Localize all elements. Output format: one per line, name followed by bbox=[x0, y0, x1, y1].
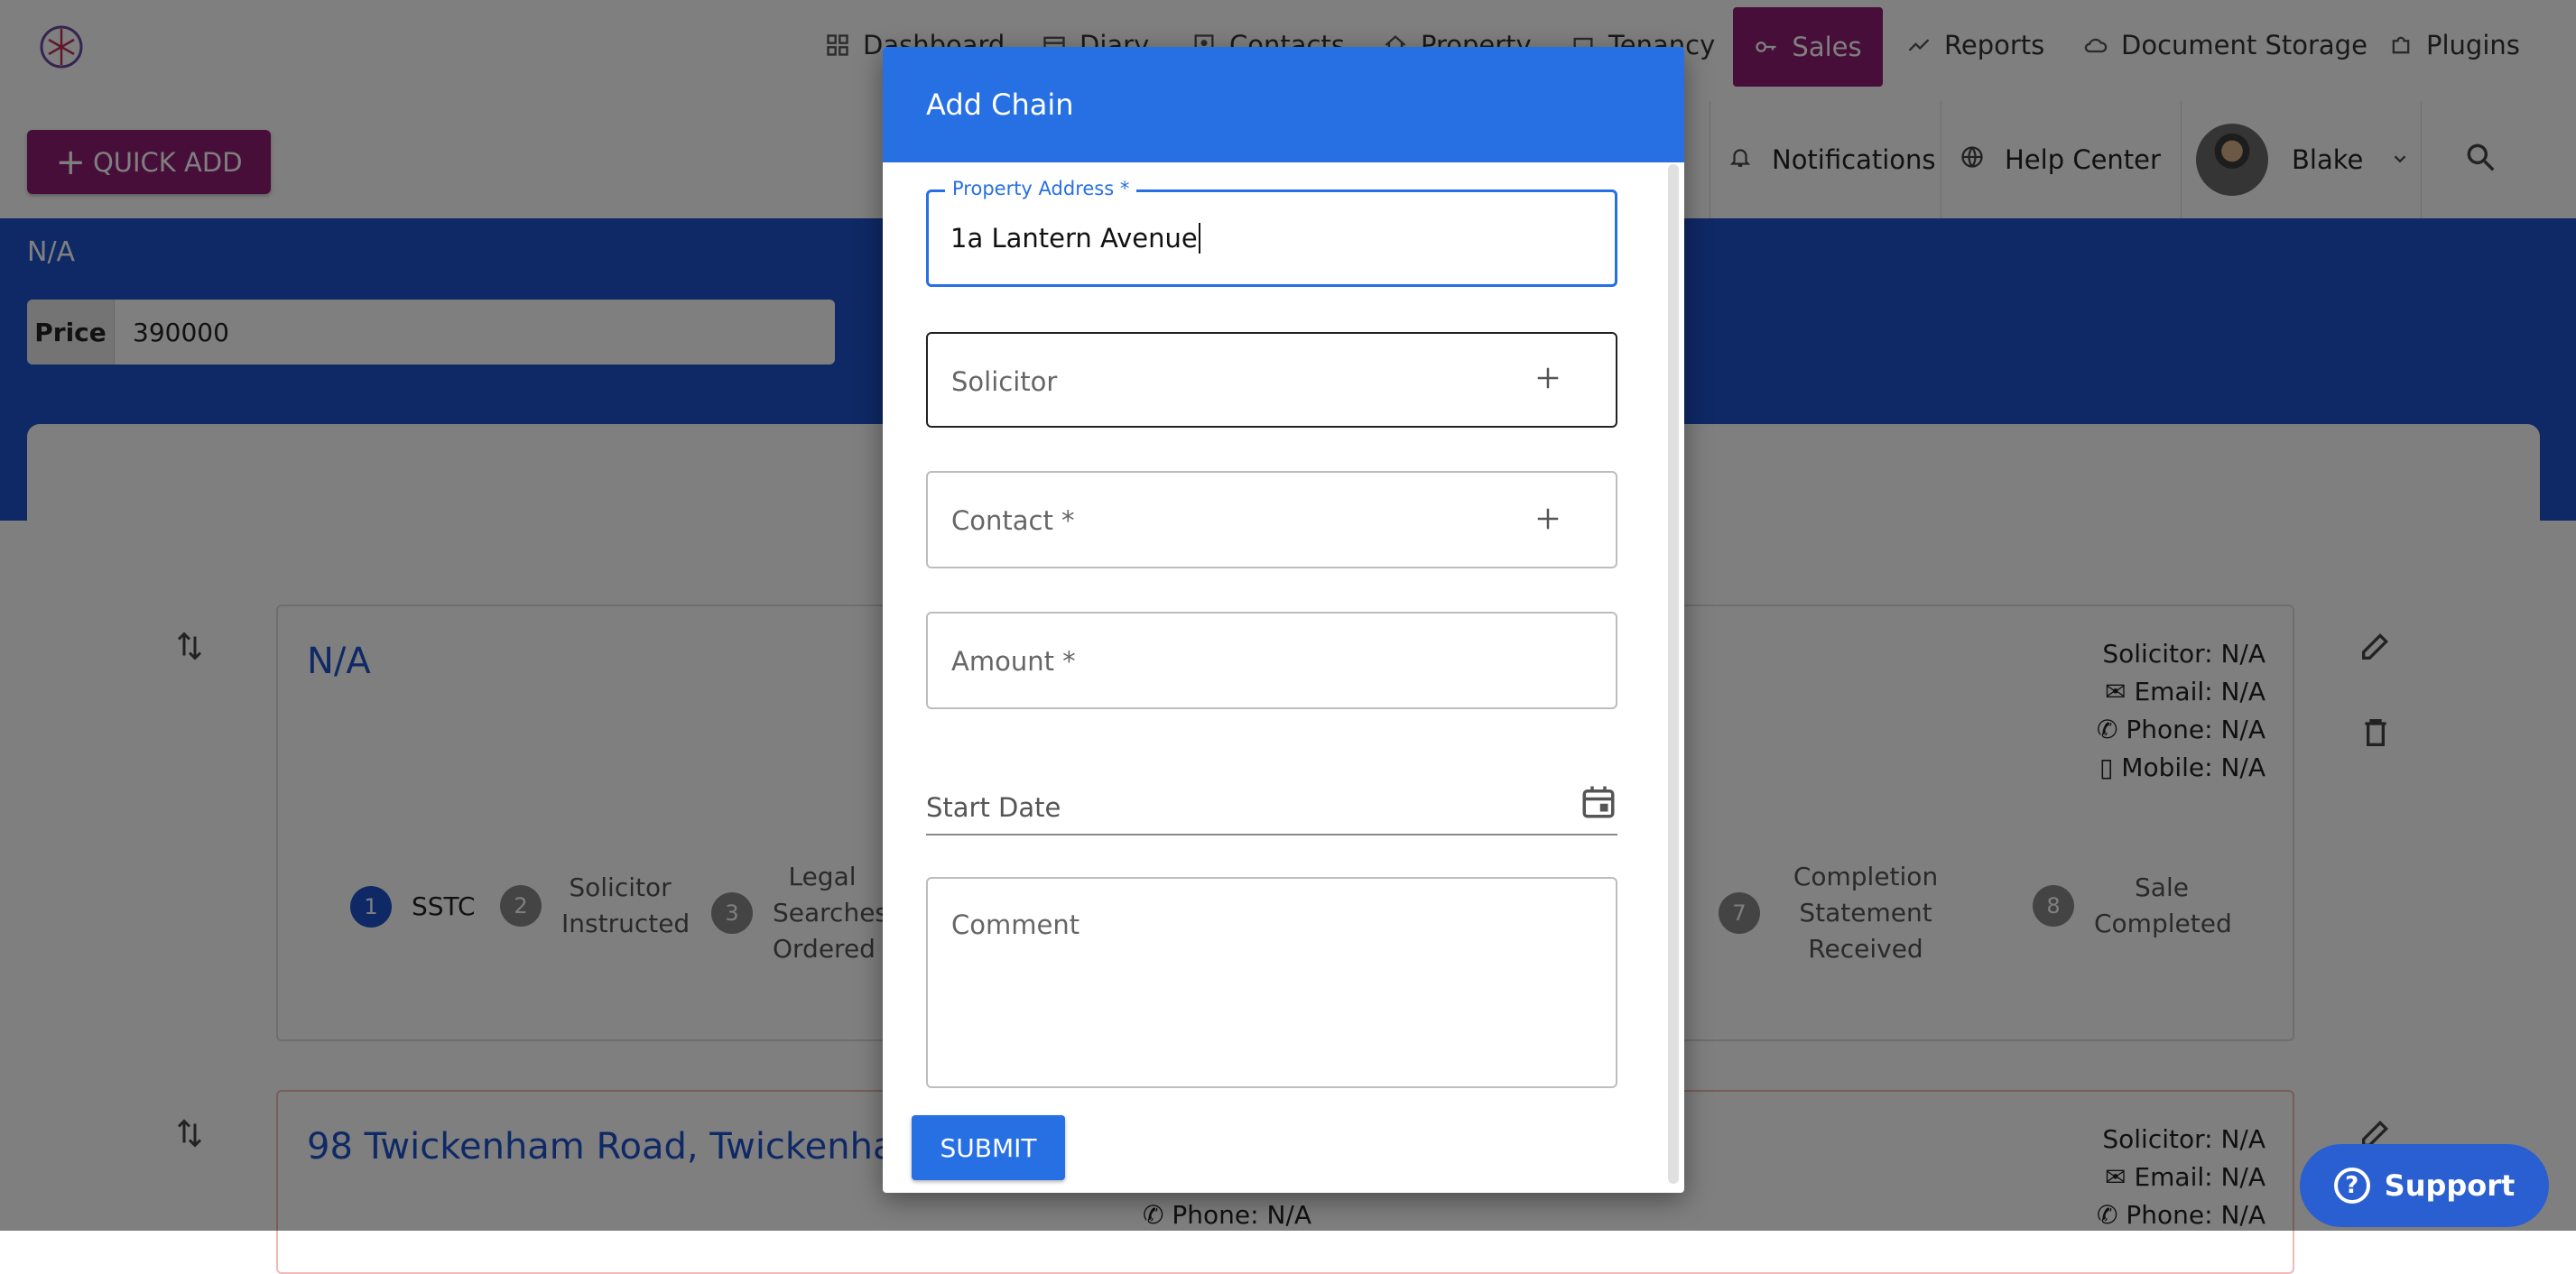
start-date-field[interactable]: Start Date bbox=[926, 778, 1617, 835]
support-label: Support bbox=[2384, 1168, 2516, 1203]
help-circle-icon: ? bbox=[2333, 1168, 2370, 1204]
dialog-header: Add Chain bbox=[883, 47, 1684, 162]
solicitor-field[interactable]: Solicitor bbox=[926, 332, 1617, 428]
property-address-field[interactable]: Property Address * 1a Lantern Avenue bbox=[926, 178, 1617, 287]
support-button[interactable]: ? Support bbox=[2300, 1144, 2549, 1227]
amount-field[interactable]: Amount * bbox=[926, 612, 1617, 709]
amount-placeholder: Amount * bbox=[951, 646, 1076, 677]
submit-button[interactable]: SUBMIT bbox=[912, 1115, 1065, 1180]
add-chain-dialog: Add Chain Property Address * 1a Lantern … bbox=[883, 47, 1684, 1193]
calendar-icon[interactable] bbox=[1580, 783, 1617, 825]
add-solicitor-icon[interactable] bbox=[1534, 365, 1561, 392]
add-contact-icon[interactable] bbox=[1534, 505, 1561, 532]
property-address-label: Property Address * bbox=[945, 178, 1137, 199]
dialog-scrollbar[interactable] bbox=[1668, 164, 1679, 1184]
start-date-placeholder: Start Date bbox=[926, 792, 1061, 823]
solicitor-placeholder: Solicitor bbox=[951, 366, 1058, 397]
comment-field[interactable]: Comment bbox=[926, 877, 1617, 1088]
dialog-title: Add Chain bbox=[926, 88, 1074, 122]
comment-placeholder: Comment bbox=[951, 909, 1080, 940]
contact-placeholder: Contact * bbox=[951, 505, 1075, 536]
property-address-input[interactable]: 1a Lantern Avenue bbox=[950, 223, 1200, 254]
contact-field[interactable]: Contact * bbox=[926, 471, 1617, 568]
